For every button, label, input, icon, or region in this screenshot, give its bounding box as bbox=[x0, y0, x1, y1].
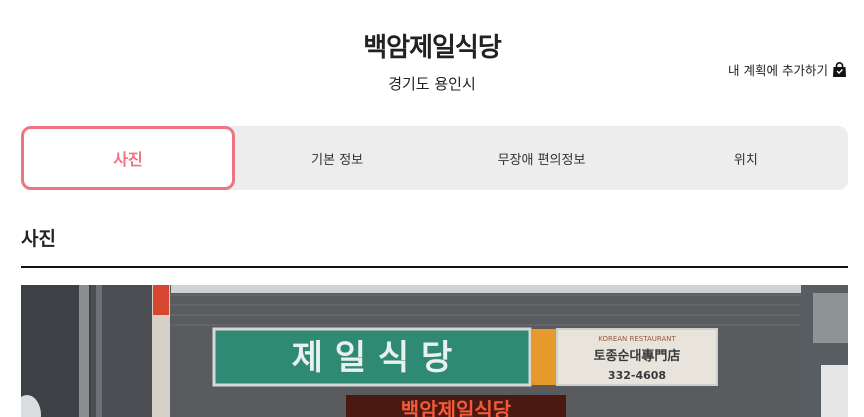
tab-location[interactable]: 위치 bbox=[644, 126, 848, 190]
sign-side-mid-text: 토종순대專門店 bbox=[594, 348, 681, 364]
sign-side-top-text: KOREAN RESTAURANT bbox=[598, 335, 676, 343]
tab-photos[interactable]: 사진 bbox=[21, 126, 235, 190]
section-title: 사진 bbox=[21, 228, 56, 250]
page-title: 백암제일식당 bbox=[363, 33, 502, 63]
tab-basic-info[interactable]: 기본 정보 bbox=[235, 126, 439, 190]
tab-bar: 사진 기본 정보 무장애 편의정보 위치 bbox=[21, 126, 848, 190]
add-to-plan-button[interactable]: 내 계획에 추가하기 bbox=[728, 60, 847, 79]
add-to-plan-label: 내 계획에 추가하기 bbox=[728, 63, 828, 78]
sign-main-text: 제 일 식 당 bbox=[292, 338, 453, 378]
sign-neon-text: 백암제일식당 bbox=[401, 398, 512, 417]
shopping-bag-icon bbox=[832, 61, 847, 78]
tab-accessibility-info[interactable]: 무장애 편의정보 bbox=[439, 126, 643, 190]
sign-side-phone-text: 332-4608 bbox=[608, 369, 666, 382]
section-divider bbox=[21, 266, 848, 268]
restaurant-photo[interactable]: 제 일 식 당 KOREAN RESTAURANT 토종순대專門店 332-46… bbox=[21, 285, 848, 417]
page-header: 백암제일식당 경기도 용인시 내 계획에 추가하기 bbox=[0, 0, 864, 110]
